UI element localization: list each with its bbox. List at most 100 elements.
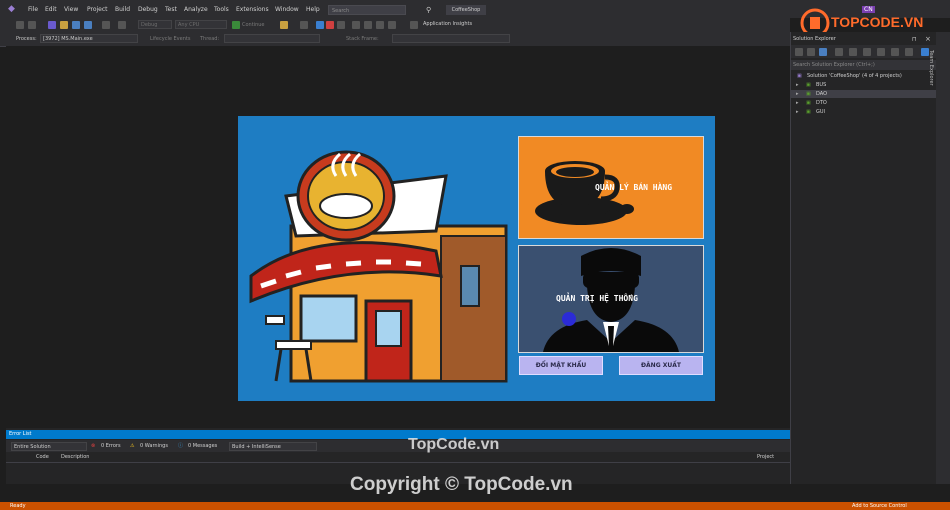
continue-icon[interactable] [232, 21, 240, 29]
sync-icon[interactable] [863, 48, 871, 56]
solution-explorer-search-input[interactable]: Search Solution Explorer (Ctrl+;) [791, 60, 936, 70]
menu-tools[interactable]: Tools [214, 6, 229, 13]
menu-edit[interactable]: Edit [45, 6, 57, 13]
stack-frame-label: Stack Frame: [346, 36, 379, 42]
standard-toolbar: Debug Any CPU Continue [0, 18, 790, 32]
project-column-header[interactable]: Project [757, 454, 774, 460]
show-next-statement-icon[interactable] [352, 21, 360, 29]
process-select[interactable]: [3972] MS.Main.exe [40, 34, 138, 43]
lifecycle-events-button[interactable]: Lifecycle Events [150, 36, 190, 42]
redo-icon[interactable] [118, 21, 126, 29]
save-icon[interactable] [72, 21, 80, 29]
menu-analyze[interactable]: Analyze [184, 6, 208, 13]
pending-changes-icon[interactable] [849, 48, 857, 56]
build-filter-select[interactable]: Build + IntelliSense [229, 442, 317, 451]
forward-icon[interactable] [28, 21, 36, 29]
save-all-icon[interactable] [84, 21, 92, 29]
project-node-dao[interactable]: ▸ ▣ DAO [791, 90, 936, 98]
restart-icon[interactable] [337, 21, 345, 29]
csharp-project-icon: ▣ [806, 82, 811, 88]
menu-file[interactable]: File [28, 6, 38, 13]
refresh-icon[interactable] [877, 48, 885, 56]
sales-button-label: QUẢN LÝ BÁN HÀNG [595, 183, 673, 192]
side-tab-strip [936, 32, 950, 484]
system-admin-button[interactable]: QUẢN TRỊ HỆ THỐNG [518, 245, 704, 353]
description-column-header[interactable]: Description [61, 454, 89, 460]
coffee-shop-illustration-icon [249, 150, 508, 383]
platform-select[interactable]: Any CPU [175, 20, 227, 29]
project-node-bus[interactable]: ▸ ▣ BUS [791, 81, 936, 89]
menu-build[interactable]: Build [115, 6, 130, 13]
csharp-project-icon: ▣ [806, 91, 811, 97]
stack-frame-select[interactable] [392, 34, 510, 43]
back-icon[interactable] [16, 21, 24, 29]
toolbar-icon[interactable] [300, 21, 308, 29]
mouse-cursor-icon [562, 312, 576, 326]
hot-reload-icon[interactable] [280, 21, 288, 29]
scope-select[interactable]: Entire Solution [11, 442, 87, 451]
menu-window[interactable]: Window [275, 6, 299, 13]
config-select[interactable]: Debug [138, 20, 172, 29]
menu-view[interactable]: View [64, 6, 78, 13]
debug-location-toolbar: Process: [3972] MS.Main.exe Lifecycle Ev… [0, 32, 790, 47]
menu-project[interactable]: Project [87, 6, 108, 13]
search-icon[interactable]: ⚲ [426, 6, 431, 14]
search-input[interactable]: Search [328, 5, 406, 15]
project-label: GUI [816, 109, 826, 115]
messages-filter-button[interactable]: 0 Messages [188, 442, 217, 450]
project-node-gui[interactable]: ▸ ▣ GUI [791, 108, 936, 116]
project-label: BUS [816, 82, 827, 88]
application-insights-button[interactable]: Application Insights [423, 21, 472, 27]
csharp-project-icon: ▣ [806, 100, 811, 106]
topcode-logo-text: TOPCODE.VN [831, 14, 924, 30]
collapse-all-icon[interactable] [891, 48, 899, 56]
thread-label: Thread: [200, 36, 220, 42]
expand-chevron-icon[interactable]: ▸ [796, 81, 799, 89]
menu-extensions[interactable]: Extensions [236, 6, 269, 13]
expand-chevron-icon[interactable]: ▸ [796, 108, 799, 116]
project-node-dto[interactable]: ▸ ▣ DTO [791, 99, 936, 107]
error-list-title: Error List [6, 430, 790, 439]
process-label: Process: [16, 36, 37, 42]
sales-management-button[interactable]: QUẢN LÝ BÁN HÀNG [518, 136, 704, 239]
code-column-header[interactable]: Code [36, 454, 49, 460]
forward-icon[interactable] [807, 48, 815, 56]
team-explorer-tab[interactable]: Team Explorer [928, 50, 934, 86]
step-out-icon[interactable] [388, 21, 396, 29]
continue-button[interactable]: Continue [242, 22, 264, 28]
close-icon[interactable]: × [925, 35, 931, 43]
add-to-source-control-button[interactable]: Add to Source Control [852, 503, 907, 510]
solution-title: CoffeeShop [446, 5, 486, 15]
logout-button[interactable]: ĐĂNG XUẤT [619, 356, 703, 375]
open-folder-icon[interactable] [60, 21, 68, 29]
error-icon: ⊗ [91, 443, 96, 449]
thread-select[interactable] [224, 34, 320, 43]
menu-debug[interactable]: Debug [138, 6, 158, 13]
error-list-toolbar: Entire Solution Build + IntelliSense [6, 440, 790, 452]
errors-filter-button[interactable]: 0 Errors [101, 442, 121, 450]
pause-icon[interactable] [316, 21, 324, 29]
step-over-icon[interactable] [376, 21, 384, 29]
error-list-header [6, 453, 790, 463]
back-icon[interactable] [795, 48, 803, 56]
admin-button-label: QUẢN TRỊ HỆ THỐNG [556, 294, 638, 303]
step-into-icon[interactable] [364, 21, 372, 29]
warning-icon: ⚠ [130, 443, 135, 449]
project-label: DAO [816, 91, 828, 97]
menu-test[interactable]: Test [165, 6, 177, 13]
home-icon[interactable] [819, 48, 827, 56]
expand-chevron-icon[interactable]: ▸ [796, 99, 799, 107]
new-project-icon[interactable] [48, 21, 56, 29]
solution-icon: ▣ [797, 73, 802, 79]
switch-views-icon[interactable] [835, 48, 843, 56]
warnings-filter-button[interactable]: 0 Warnings [140, 442, 168, 450]
properties-icon[interactable] [905, 48, 913, 56]
pin-icon[interactable]: ⊓ [912, 36, 917, 43]
change-password-button[interactable]: ĐỔI MẬT KHẨU [519, 356, 603, 375]
solution-node[interactable]: ▣ Solution 'CoffeeShop' (4 of 4 projects… [791, 72, 936, 80]
stop-icon[interactable] [326, 21, 334, 29]
toolbar-icon[interactable] [410, 21, 418, 29]
menu-help[interactable]: Help [306, 6, 320, 13]
expand-chevron-icon[interactable]: ▸ [796, 90, 799, 98]
undo-icon[interactable] [102, 21, 110, 29]
